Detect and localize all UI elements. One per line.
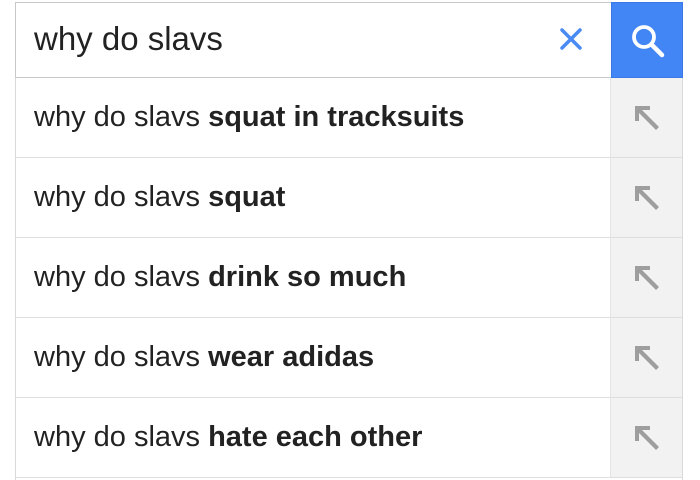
arrow-up-left-icon: [635, 106, 659, 130]
suggestion-item[interactable]: why do slavs hate each other: [16, 398, 682, 478]
suggestion-item[interactable]: why do slavs wear adidas: [16, 318, 682, 398]
suggestion-text: why do slavs hate each other: [34, 398, 422, 477]
fill-query-button[interactable]: [610, 158, 682, 237]
suggestion-text: why do slavs drink so much: [34, 238, 406, 317]
suggestion-completion: squat in tracksuits: [208, 101, 465, 133]
suggestion-completion: drink so much: [208, 261, 407, 293]
suggestion-prefix: why do slavs: [34, 261, 201, 293]
suggestion-item[interactable]: why do slavs drink so much: [16, 238, 682, 318]
fill-query-button[interactable]: [610, 78, 682, 157]
suggestion-completion: squat: [208, 181, 286, 213]
suggestion-list: why do slavs squat in tracksuits why do …: [15, 78, 683, 480]
suggestion-prefix: why do slavs: [34, 181, 201, 213]
suggestion-prefix: why do slavs: [34, 341, 201, 373]
search-field-container: [15, 2, 611, 78]
search-autocomplete-panel: why do slavs squat in tracksuits why do …: [0, 0, 700, 480]
arrow-up-left-icon: [635, 266, 659, 290]
arrow-up-left-icon: [635, 346, 659, 370]
search-bar: [15, 2, 683, 78]
clear-button[interactable]: [551, 19, 591, 59]
suggestion-text: why do slavs wear adidas: [34, 318, 374, 397]
arrow-up-left-icon: [635, 426, 659, 450]
suggestion-item[interactable]: why do slavs squat in tracksuits: [16, 78, 682, 158]
suggestion-item[interactable]: why do slavs squat: [16, 158, 682, 238]
suggestion-text: why do slavs squat: [34, 158, 285, 237]
arrow-up-left-icon: [635, 186, 659, 210]
suggestion-prefix: why do slavs: [34, 101, 201, 133]
suggestion-text: why do slavs squat in tracksuits: [34, 78, 464, 157]
suggestion-completion: hate each other: [208, 421, 423, 453]
search-icon: [632, 25, 665, 58]
suggestion-completion: wear adidas: [208, 341, 375, 373]
suggestion-prefix: why do slavs: [34, 421, 201, 453]
fill-query-button[interactable]: [610, 318, 682, 397]
fill-query-button[interactable]: [610, 238, 682, 317]
search-button[interactable]: [611, 2, 683, 78]
fill-query-button[interactable]: [610, 398, 682, 477]
close-icon: [560, 28, 582, 50]
search-input[interactable]: [34, 11, 534, 67]
